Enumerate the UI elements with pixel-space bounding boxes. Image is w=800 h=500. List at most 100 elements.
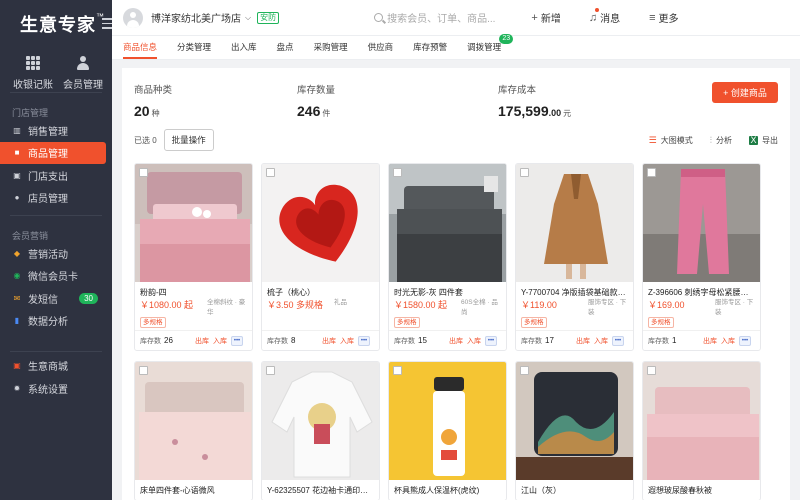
stock-in-link[interactable]: 入库 xyxy=(467,336,481,346)
stock-in-link[interactable]: 入库 xyxy=(213,336,227,346)
select-checkbox[interactable] xyxy=(139,168,148,177)
sidebar-item-settings[interactable]: ✹ 系统设置 xyxy=(0,377,112,400)
sidebar-item-expenses[interactable]: ▣ 门店支出 xyxy=(0,164,112,187)
stock-value: 1 xyxy=(672,336,677,345)
menu-toggle-icon[interactable] xyxy=(102,18,112,29)
cost-decimal: .00 xyxy=(548,108,562,118)
stock-in-link[interactable]: 入库 xyxy=(340,336,354,346)
product-image xyxy=(643,362,760,480)
product-card[interactable]: 床单四件套-心语微风 xyxy=(134,361,253,500)
product-card[interactable]: 梳子（桃心） ￥3.50 多规格 礼品 库存数 8 出库 入库 ••• xyxy=(261,163,380,351)
stock-value: 26 xyxy=(164,336,173,345)
stat-label: 商品种类 xyxy=(134,85,173,96)
product-card[interactable]: 杯具熊成人保温杯(虎纹) xyxy=(388,361,507,500)
sidebar-item-wechat-card[interactable]: ◉ 微信会员卡 xyxy=(0,265,112,288)
export-button[interactable]: X 导出 xyxy=(749,135,778,146)
product-image xyxy=(389,164,506,282)
select-checkbox[interactable] xyxy=(647,168,656,177)
more-button[interactable]: ≡ 更多 xyxy=(649,10,678,26)
more-dots-icon[interactable]: ••• xyxy=(612,335,624,346)
category-note: 礼品 xyxy=(334,299,347,306)
select-checkbox[interactable] xyxy=(520,366,529,375)
stock-in-link[interactable]: 入库 xyxy=(594,336,608,346)
more-dots-icon[interactable]: ••• xyxy=(358,335,370,346)
product-card[interactable]: 时光无影-灰 四件套 ￥1580.00 起 多规格 60S全棉 · 品尚 库存数… xyxy=(388,163,507,351)
stock-label: 库存数 xyxy=(267,337,288,345)
big-image-mode-button[interactable]: ☰ 大图模式 xyxy=(649,135,693,146)
sidebar-item-label: 店员管理 xyxy=(28,194,68,206)
stock-out-link[interactable]: 出库 xyxy=(449,336,463,346)
camel-coat-photo xyxy=(544,174,608,279)
product-card[interactable]: 粉韵-四 ￥1080.00 起 多规格 全棉斜纹 · 豪华 库存数 26 出库 … xyxy=(134,163,253,351)
product-card[interactable]: 遐想玻尿酸春秋被 xyxy=(642,361,761,500)
tab-purchasing[interactable]: 采购管理 xyxy=(314,35,348,59)
chevron-down-icon[interactable]: ⌵ xyxy=(245,13,251,23)
stat-kinds: 商品种类 20 种 xyxy=(134,82,172,119)
product-card[interactable]: Z-396606 刺绣字母松紧腰运动… ￥169.00 多规格 服饰专区 · 下… xyxy=(642,163,761,351)
avatar[interactable] xyxy=(123,7,143,28)
sidebar-item-staff[interactable]: ● 店员管理 xyxy=(0,187,112,210)
brand: 生意专家 ™ xyxy=(0,0,112,48)
product-card[interactable]: Y-7700704 净版插袋基础款休闲… ￥119.00 多规格 服饰专区 · … xyxy=(515,163,634,351)
search-input[interactable]: 搜索会员、订单、商品... xyxy=(374,10,495,25)
main-content: 商品种类 20 种 库存数量 246 件 库存成本 175,599.00 元 + 创建… xyxy=(122,68,790,500)
stock-out-link[interactable]: 出库 xyxy=(195,336,209,346)
product-name: 梳子（桃心） xyxy=(267,288,315,297)
stock-out-link[interactable]: 出库 xyxy=(703,336,717,346)
tab-transfers[interactable]: 调拨管理 23 xyxy=(467,34,514,59)
more-dots-icon[interactable]: ••• xyxy=(231,335,243,346)
tab-stock-alert[interactable]: 库存预警 xyxy=(413,35,447,59)
select-checkbox[interactable] xyxy=(139,366,148,375)
tab-product-info[interactable]: 商品信息 xyxy=(123,35,158,59)
sidebar-item-sms[interactable]: ✉ 发短信 30 xyxy=(0,287,112,310)
more-dots-icon[interactable]: ••• xyxy=(739,335,751,346)
sms-count-badge: 30 xyxy=(79,292,98,304)
sidebar-item-mall[interactable]: ▣ 生意商城 xyxy=(0,354,112,377)
megaphone-icon: ◆ xyxy=(13,248,21,258)
stock-out-link[interactable]: 出库 xyxy=(322,336,336,346)
toolbar-actions: ☰ 大图模式 ⫶ 分析 X 导出 xyxy=(632,135,778,146)
tab-suppliers[interactable]: 供应商 xyxy=(368,35,394,59)
batch-operation-button[interactable]: 批量操作 xyxy=(163,129,214,151)
sidebar-item-analytics[interactable]: ▮ 数据分析 xyxy=(0,310,112,333)
analysis-button[interactable]: ⫶ 分析 xyxy=(710,135,732,146)
store-name[interactable]: 博洋家纺北美广场店 xyxy=(151,10,241,25)
select-checkbox[interactable] xyxy=(520,168,529,177)
select-checkbox[interactable] xyxy=(393,366,402,375)
stat-value: 20 种 xyxy=(134,103,172,119)
select-checkbox[interactable] xyxy=(393,168,402,177)
select-checkbox[interactable] xyxy=(266,366,275,375)
add-button[interactable]: + 新增 xyxy=(531,10,560,26)
multi-spec-tag: 多规格 xyxy=(521,317,547,328)
product-price: ￥169.00 xyxy=(648,300,685,310)
sidebar-item-products[interactable]: ■ 商品管理 xyxy=(0,141,106,164)
shop-icon: ▣ xyxy=(13,361,21,370)
tab-stock-in-out[interactable]: 出入库 xyxy=(231,35,257,59)
grid-icon xyxy=(26,54,40,72)
category-note: 全棉斜纹 · 豪华 xyxy=(207,299,246,316)
tab-categories[interactable]: 分类管理 xyxy=(177,35,211,59)
stock-actions: 出库 入库 ••• xyxy=(449,335,501,346)
select-checkbox[interactable] xyxy=(266,168,275,177)
tab-inventory-check[interactable]: 盘点 xyxy=(277,35,294,59)
search-placeholder: 搜索会员、订单、商品... xyxy=(387,14,496,25)
create-product-button[interactable]: + 创建商品 xyxy=(712,82,778,103)
stock-label: 库存数 xyxy=(140,337,161,345)
select-checkbox[interactable] xyxy=(647,366,656,375)
more-dots-icon[interactable]: ••• xyxy=(485,335,497,346)
stock-in-link[interactable]: 入库 xyxy=(721,336,735,346)
tile-cashier[interactable]: 收银记账 xyxy=(8,54,58,92)
messages-button[interactable]: ♫ 消息 xyxy=(589,8,620,25)
product-price: ￥119.00 xyxy=(521,300,557,310)
tab-bar: 商品信息 分类管理 出入库 盘点 采购管理 供应商 库存预警 调拨管理 23 xyxy=(112,34,800,60)
sidebar-item-sales[interactable]: ▥ 销售管理 xyxy=(0,119,112,142)
stock-out-link[interactable]: 出库 xyxy=(576,336,590,346)
product-card[interactable]: Y-62325507 花边袖卡通印花宽… xyxy=(261,361,380,500)
stock-value: 8 xyxy=(291,336,296,345)
stock-actions: 出库 入库 ••• xyxy=(322,335,374,346)
sidebar-item-campaigns[interactable]: ◆ 营销活动 xyxy=(0,242,112,265)
product-name: 床单四件套-心语微风 xyxy=(140,486,215,495)
product-card[interactable]: 江山（灰） xyxy=(515,361,634,500)
tile-members[interactable]: 会员管理 xyxy=(58,54,108,92)
stat-value: 175,599.00 元 xyxy=(498,103,571,119)
